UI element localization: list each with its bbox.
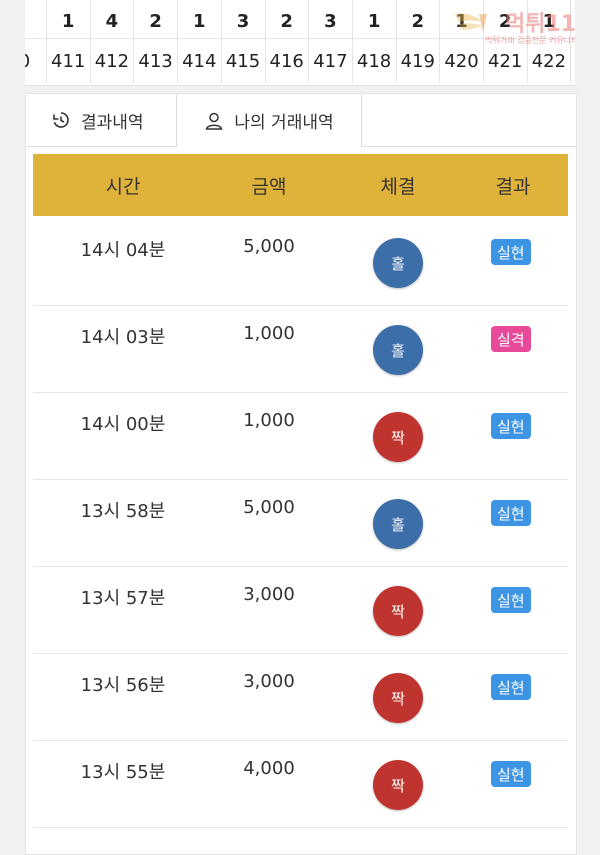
even-ball: 짝 [373, 412, 423, 462]
odd-ball: 홀 [373, 325, 423, 375]
table-row: 14시 00분 1,000 짝 실현 [33, 392, 568, 480]
result-badge: 실현 [491, 413, 531, 439]
tab-bar: 결과내역 나의 거래내역 [26, 94, 576, 147]
header-time: 시간 [105, 175, 141, 198]
tab-my-trades-label: 나의 거래내역 [234, 113, 334, 133]
grid-cell: 1 [47, 0, 91, 42]
table-header: 시간 금액 체결 결과 [33, 154, 568, 216]
tab-result-history-label: 결과내역 [81, 112, 144, 133]
result-grid: 142132312121 041141241341441541641741841… [25, 0, 575, 86]
result-badge: 실현 [491, 239, 531, 265]
header-amount: 금액 [251, 175, 287, 198]
row-time: 13시 57분 [80, 588, 166, 609]
result-badge: 실현 [491, 500, 531, 526]
row-amount: 4,000 [243, 758, 295, 779]
grid-cell: 1 [178, 0, 222, 42]
history-icon [53, 112, 69, 128]
grid-cell: 2 [134, 0, 179, 42]
result-badge: 실격 [491, 326, 531, 352]
table-row: 13시 58분 5,000 홀 실현 [33, 479, 568, 567]
tab-result-history[interactable]: 결과내역 [51, 94, 144, 146]
round-number-cell: 416 [265, 39, 310, 83]
row-amount: 1,000 [243, 410, 295, 431]
result-badge: 실현 [491, 587, 531, 613]
user-icon [205, 112, 223, 130]
grid-cell: 4 [90, 0, 135, 42]
row-amount: 3,000 [243, 671, 295, 692]
table-row: 14시 03분 1,000 홀 실격 [33, 305, 568, 393]
row-time: 14시 04분 [80, 240, 166, 261]
grid-cell: 3 [309, 0, 353, 42]
round-number-cell: 413 [134, 39, 179, 83]
grid-round-row: 0411412413414415416417418419420421422 [25, 38, 575, 83]
row-amount: 3,000 [243, 584, 295, 605]
even-ball: 짝 [373, 586, 423, 636]
round-number-cell: 414 [178, 39, 222, 83]
row-time: 14시 00분 [80, 414, 166, 435]
row-amount: 5,000 [243, 236, 295, 257]
table-row: 14시 04분 5,000 홀 실현 [33, 218, 568, 306]
header-pick: 체결 [380, 175, 416, 198]
row-time: 13시 55분 [80, 762, 166, 783]
grid-cell: 1 [353, 0, 397, 42]
even-ball: 짝 [373, 673, 423, 723]
tab-my-trades[interactable]: 나의 거래내역 [176, 94, 362, 147]
odd-ball: 홀 [373, 499, 423, 549]
round-number-cell: 418 [353, 39, 397, 83]
grid-cell: 2 [484, 0, 528, 42]
row-amount: 5,000 [243, 497, 295, 518]
round-number-cell: 415 [222, 39, 266, 83]
round-number-cell: 412 [90, 39, 135, 83]
row-amount: 1,000 [243, 323, 295, 344]
row-time: 13시 58분 [80, 501, 166, 522]
odd-ball: 홀 [373, 238, 423, 288]
table-row: 13시 56분 3,000 짝 실현 [33, 653, 568, 741]
grid-cell: 2 [265, 0, 310, 42]
grid-cell: 3 [222, 0, 266, 42]
table-row: 13시 55분 4,000 짝 실현 [33, 740, 568, 828]
grid-top-row: 142132312121 [25, 0, 575, 42]
round-number-cell: 417 [309, 39, 353, 83]
round-number-cell: 419 [396, 39, 441, 83]
round-number-cell: 0 [25, 39, 47, 83]
history-card: 결과내역 나의 거래내역 시간 금액 체결 결과 14시 04분 5,000 홀 실현… [25, 93, 577, 855]
table-row: 13시 57분 3,000 짝 실현 [33, 566, 568, 654]
header-result: 결과 [495, 175, 531, 198]
grid-cell [25, 0, 47, 42]
result-badge: 실현 [491, 761, 531, 787]
grid-cell: 1 [527, 0, 572, 42]
round-number-cell: 422 [527, 39, 572, 83]
grid-cell: 2 [396, 0, 441, 42]
grid-cell: 1 [440, 0, 484, 42]
result-badge: 실현 [491, 674, 531, 700]
round-number-cell: 411 [47, 39, 91, 83]
round-number-cell: 420 [440, 39, 484, 83]
even-ball: 짝 [373, 760, 423, 810]
row-time: 13시 56분 [80, 675, 166, 696]
row-time: 14시 03분 [80, 327, 166, 348]
round-number-cell: 421 [484, 39, 528, 83]
